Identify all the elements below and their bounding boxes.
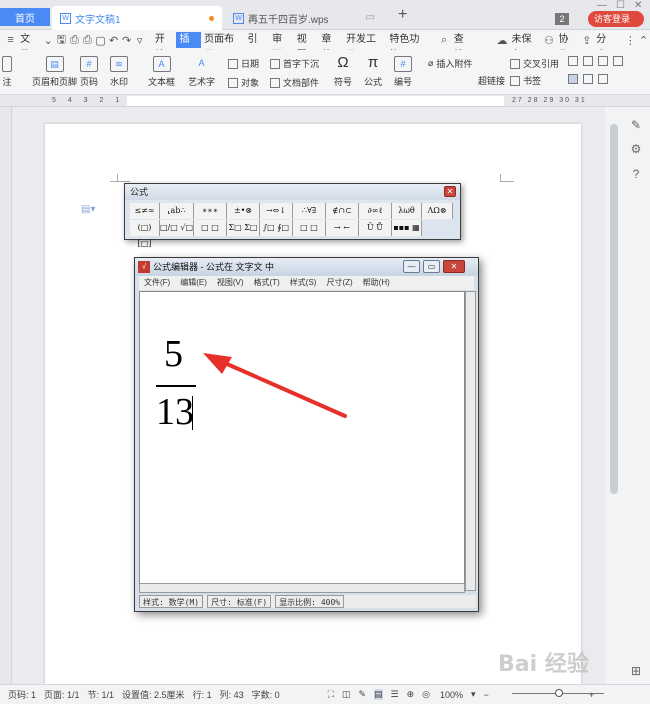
page-view-icon[interactable]: ▤ xyxy=(373,689,383,700)
zoom-dropdown-icon[interactable]: ▾ xyxy=(471,689,476,700)
fullscreen-icon[interactable]: ⛶ xyxy=(328,689,334,700)
zoom-in-icon[interactable]: + xyxy=(589,690,594,700)
section-status[interactable]: 节: 1/1 xyxy=(88,688,115,701)
status-bar: 页码: 1 页面: 1/1 节: 1/1 设置值: 2.5厘米 行: 1 列: … xyxy=(0,684,650,704)
arrow-shaft xyxy=(216,358,347,418)
column-status[interactable]: 列: 43 xyxy=(220,688,244,701)
zoom-out-icon[interactable]: − xyxy=(484,690,489,700)
arrow-head xyxy=(203,353,232,374)
zoom-level[interactable]: 100% xyxy=(440,690,463,700)
page-number-status[interactable]: 页码: 1 xyxy=(8,688,36,701)
web-view-icon[interactable]: ⊕ xyxy=(407,689,415,700)
setting-status[interactable]: 设置值: 2.5厘米 xyxy=(122,688,185,701)
protect-icon[interactable]: ◫ xyxy=(342,689,351,700)
outline-view-icon[interactable]: ☰ xyxy=(391,689,399,700)
reading-view-icon[interactable]: ◎ xyxy=(422,689,430,700)
row-status[interactable]: 行: 1 xyxy=(193,688,212,701)
pen-icon[interactable]: ✎ xyxy=(358,689,366,700)
pages-status[interactable]: 页面: 1/1 xyxy=(44,688,80,701)
word-count-status[interactable]: 字数: 0 xyxy=(252,688,280,701)
zoom-slider-knob[interactable] xyxy=(555,689,563,697)
baidu-watermark: Bai 经验 xyxy=(498,652,589,677)
annotation-arrow xyxy=(203,353,347,418)
